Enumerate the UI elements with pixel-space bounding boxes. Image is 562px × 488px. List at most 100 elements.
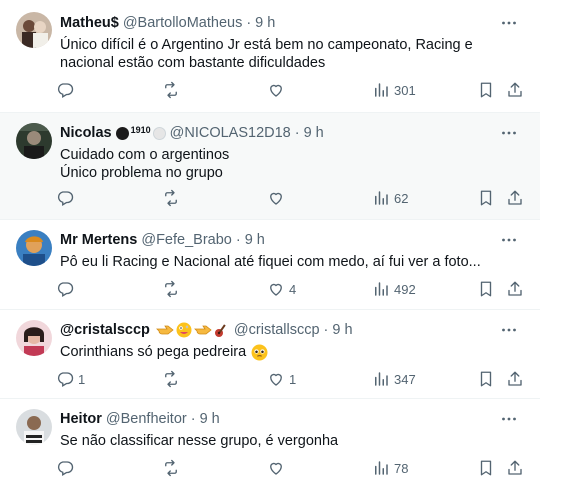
pleading-face-emoji-icon (251, 344, 268, 360)
separator-dot: · (246, 15, 252, 31)
retweet-icon (165, 459, 177, 477)
retweet-button[interactable] (162, 370, 184, 388)
author-name[interactable]: Nicolas (60, 124, 112, 142)
black-circle-icon (115, 126, 129, 140)
author-handle[interactable]: @NICOLAS12D18 (170, 124, 291, 142)
views-button[interactable]: 492 (372, 280, 416, 298)
share-button[interactable] (506, 280, 524, 298)
bookmark-icon (480, 82, 492, 98)
reply-icon (57, 83, 74, 98)
bookmark-icon (480, 371, 492, 387)
separator-dot: · (190, 411, 196, 427)
views-count: 347 (394, 371, 416, 387)
retweet-button[interactable] (162, 280, 184, 298)
guitar-emoji-icon (214, 324, 226, 337)
retweet-icon (165, 280, 177, 298)
share-button[interactable] (506, 81, 524, 99)
more-icon[interactable] (500, 321, 518, 339)
share-icon (508, 82, 522, 97)
views-button[interactable]: 301 (372, 81, 416, 99)
timestamp[interactable]: 9 h (304, 124, 324, 142)
reply-button[interactable] (56, 280, 78, 298)
like-icon (270, 192, 282, 205)
action-bar: 301 (56, 81, 526, 101)
retweet-button[interactable] (162, 189, 184, 207)
tweet[interactable]: Heitor @Benfheitor · 9 h Se não classifi… (0, 399, 540, 488)
author-name[interactable]: Matheu$ (60, 14, 119, 32)
like-button[interactable] (267, 459, 289, 477)
tweet[interactable]: @cristalsccp @cristallsccp · 9 h Corinth… (0, 310, 540, 399)
more-icon[interactable] (500, 410, 518, 428)
more-icon[interactable] (500, 231, 518, 249)
pointing-hand-emoji-icon (193, 325, 212, 335)
avatar[interactable] (16, 12, 52, 48)
share-button[interactable] (506, 189, 524, 207)
like-button[interactable]: 4 (267, 280, 296, 298)
retweet-button[interactable] (162, 81, 184, 99)
retweet-button[interactable] (162, 459, 184, 477)
author-handle[interactable]: @cristallsccp (234, 321, 320, 339)
author-name[interactable]: Mr Mertens (60, 231, 137, 249)
views-count: 78 (394, 460, 409, 476)
bookmark-button[interactable] (477, 81, 495, 99)
bookmark-button[interactable] (477, 370, 495, 388)
like-button[interactable]: 1 (267, 370, 296, 388)
action-bar: 78 (56, 459, 526, 479)
reply-button[interactable] (56, 459, 78, 477)
action-bar: 1 1 347 (56, 370, 526, 390)
timestamp[interactable]: 9 h (255, 14, 275, 32)
timestamp[interactable]: 9 h (332, 321, 352, 339)
views-icon (375, 461, 388, 475)
more-icon[interactable] (500, 14, 518, 32)
action-bar: 4 492 (56, 280, 526, 300)
retweet-icon (165, 189, 177, 207)
avatar[interactable] (16, 409, 52, 445)
timestamp[interactable]: 9 h (245, 231, 265, 249)
like-button[interactable] (267, 189, 289, 207)
tweet-text: Se não classificar nesse grupo, é vergon… (60, 433, 339, 449)
reply-button[interactable] (56, 81, 78, 99)
author-handle[interactable]: @Benfheitor (106, 410, 187, 428)
views-icon (375, 191, 388, 205)
bookmark-button[interactable] (477, 459, 495, 477)
tweet[interactable]: Nicolas 1910 @NICOLAS12D18 · 9 h Cuidado… (0, 113, 540, 220)
tweet[interactable]: Matheu$ @BartolloMatheus · 9 h Único dif… (0, 0, 540, 113)
views-button[interactable]: 78 (372, 459, 408, 477)
reply-icon (57, 191, 74, 206)
zany-face-emoji-icon (176, 322, 192, 338)
tweet-text: Corinthians só pega pedreira (60, 344, 247, 360)
name-badges: 1910 (115, 125, 166, 140)
like-button[interactable] (267, 81, 289, 99)
author-name[interactable]: Heitor (60, 410, 102, 428)
views-count: 62 (394, 190, 409, 206)
name-emojis (155, 322, 230, 338)
reply-button[interactable]: 1 (56, 370, 85, 388)
reply-icon (57, 461, 74, 476)
views-icon (375, 83, 388, 97)
name-badge-text: 1910 (130, 124, 151, 135)
bookmark-icon (480, 281, 492, 297)
reply-button[interactable] (56, 189, 78, 207)
more-icon[interactable] (500, 124, 518, 142)
avatar[interactable] (16, 123, 52, 159)
bookmark-button[interactable] (477, 280, 495, 298)
bookmark-button[interactable] (477, 189, 495, 207)
share-button[interactable] (506, 370, 524, 388)
bookmark-icon (480, 460, 492, 476)
separator-dot: · (235, 232, 241, 248)
bookmark-icon (480, 190, 492, 206)
views-button[interactable]: 62 (372, 189, 408, 207)
avatar[interactable] (16, 230, 52, 266)
avatar[interactable] (16, 320, 52, 356)
separator-dot: · (323, 322, 329, 338)
views-button[interactable]: 347 (372, 370, 416, 388)
tweet[interactable]: Mr Mertens @Fefe_Brabo · 9 h Pô eu li Ra… (0, 220, 540, 310)
tweet-text-row: Corinthians só pega pedreira (60, 343, 520, 361)
author-handle[interactable]: @BartolloMatheus (123, 14, 243, 32)
views-count: 301 (394, 82, 416, 98)
author-handle[interactable]: @Fefe_Brabo (141, 231, 232, 249)
timestamp[interactable]: 9 h (200, 410, 220, 428)
tweet-text: Cuidado com o argentinos Único problema … (60, 147, 230, 181)
share-button[interactable] (506, 459, 524, 477)
author-name[interactable]: @cristalsccp (60, 321, 150, 339)
